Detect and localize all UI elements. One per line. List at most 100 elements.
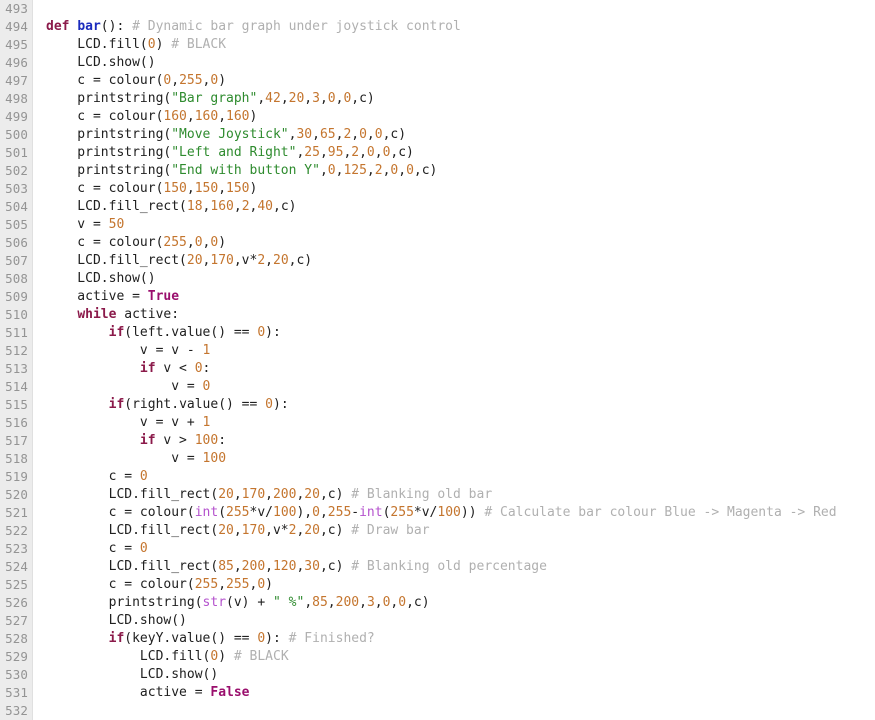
code-line[interactable]: 506 c = colour(255,0,0) xyxy=(0,234,875,252)
code-line-content[interactable]: v = 50 xyxy=(33,216,875,234)
code-line-content[interactable]: printstring(str(v) + " %",85,200,3,0,0,c… xyxy=(33,594,875,612)
code-token-num: 0 xyxy=(147,37,156,52)
code-line[interactable]: 501 printstring("Left and Right",25,95,2… xyxy=(0,144,875,162)
code-line-content[interactable]: v = v - 1 xyxy=(33,342,875,360)
code-line-content[interactable]: if(right.value() == 0): xyxy=(33,396,875,414)
code-line-content[interactable]: LCD.fill_rect(85,200,120,30,c) # Blankin… xyxy=(33,558,875,576)
code-line[interactable]: 525 c = colour(255,255,0) xyxy=(0,576,875,594)
code-token-plain: c = colour( xyxy=(46,577,195,592)
code-line-content[interactable]: LCD.show() xyxy=(33,54,875,72)
code-line-content[interactable]: v = 0 xyxy=(33,378,875,396)
code-line[interactable]: 508 LCD.show() xyxy=(0,270,875,288)
code-line-content[interactable]: v = v + 1 xyxy=(33,414,875,432)
code-line-content[interactable]: LCD.fill_rect(20,170,v*2,20,c) # Draw ba… xyxy=(33,522,875,540)
code-line[interactable]: 512 v = v - 1 xyxy=(0,342,875,360)
code-token-num: 120 xyxy=(272,559,297,574)
code-line-content[interactable]: LCD.show() xyxy=(33,612,875,630)
code-line-content[interactable]: v = 100 xyxy=(33,450,875,468)
code-line-content[interactable] xyxy=(33,0,875,18)
code-line[interactable]: 504 LCD.fill_rect(18,160,2,40,c) xyxy=(0,198,875,216)
code-line[interactable]: 515 if(right.value() == 0): xyxy=(0,396,875,414)
line-number: 498 xyxy=(0,90,33,108)
code-line-content[interactable]: active = False xyxy=(33,684,875,702)
code-line[interactable]: 519 c = 0 xyxy=(0,468,875,486)
code-line-content[interactable]: c = 0 xyxy=(33,468,875,486)
code-line[interactable]: 505 v = 50 xyxy=(0,216,875,234)
code-line[interactable]: 511 if(left.value() == 0): xyxy=(0,324,875,342)
code-token-num: 160 xyxy=(194,109,219,124)
code-token-num: 200 xyxy=(335,595,360,610)
code-line-content[interactable]: LCD.fill_rect(20,170,v*2,20,c) xyxy=(33,252,875,270)
code-line[interactable]: 499 c = colour(160,160,160) xyxy=(0,108,875,126)
code-line-content[interactable]: c = colour(0,255,0) xyxy=(33,72,875,90)
code-token-num: 100 xyxy=(273,505,297,520)
code-token-plain: LCD.fill_rect( xyxy=(46,199,187,214)
code-line[interactable]: 526 printstring(str(v) + " %",85,200,3,0… xyxy=(0,594,875,612)
line-number: 506 xyxy=(0,234,33,252)
line-number: 522 xyxy=(0,522,33,540)
code-line-content[interactable]: LCD.show() xyxy=(33,666,875,684)
code-line-content[interactable]: c = colour(150,150,150) xyxy=(33,180,875,198)
code-line[interactable]: 522 LCD.fill_rect(20,170,v*2,20,c) # Dra… xyxy=(0,522,875,540)
code-line-content[interactable]: LCD.fill(0) # BLACK xyxy=(33,36,875,54)
code-line-content[interactable]: LCD.fill(0) # BLACK xyxy=(33,648,875,666)
code-line-content[interactable]: printstring("Bar graph",42,20,3,0,0,c) xyxy=(33,90,875,108)
code-line[interactable]: 498 printstring("Bar graph",42,20,3,0,0,… xyxy=(0,90,875,108)
code-token-num: 0 xyxy=(257,577,266,592)
code-line[interactable]: 502 printstring("End with button Y",0,12… xyxy=(0,162,875,180)
code-line[interactable]: 528 if(keyY.value() == 0): # Finished? xyxy=(0,630,875,648)
code-token-comment: # BLACK xyxy=(233,649,289,664)
code-line[interactable]: 513 if v < 0: xyxy=(0,360,875,378)
code-editor-pane[interactable]: 493 494 def bar(): # Dynamic bar graph un… xyxy=(0,0,875,720)
code-line[interactable]: 514 v = 0 xyxy=(0,378,875,396)
code-line-content[interactable]: printstring("End with button Y",0,125,2,… xyxy=(33,162,875,180)
code-line[interactable]: 523 c = 0 xyxy=(0,540,875,558)
code-line-content[interactable]: def bar(): # Dynamic bar graph under joy… xyxy=(33,18,875,36)
code-line[interactable]: 503 c = colour(150,150,150) xyxy=(0,180,875,198)
code-token-num: 2 xyxy=(257,253,266,268)
code-line-content[interactable]: printstring("Left and Right",25,95,2,0,0… xyxy=(33,144,875,162)
code-line[interactable]: 520 LCD.fill_rect(20,170,200,20,c) # Bla… xyxy=(0,486,875,504)
code-line[interactable]: 527 LCD.show() xyxy=(0,612,875,630)
code-line-content[interactable]: c = colour(255,0,0) xyxy=(33,234,875,252)
code-line[interactable]: 532 xyxy=(0,702,875,720)
code-line-content[interactable]: c = colour(int(255*v/100),0,255-int(255*… xyxy=(33,504,875,522)
code-line-content[interactable]: LCD.fill_rect(20,170,200,20,c) # Blankin… xyxy=(33,486,875,504)
code-line-content[interactable]: printstring("Move Joystick",30,65,2,0,0,… xyxy=(33,126,875,144)
code-line-content[interactable]: LCD.show() xyxy=(33,270,875,288)
code-token-num: 0 xyxy=(265,397,273,412)
code-line-content[interactable]: if v > 100: xyxy=(33,432,875,450)
code-line[interactable]: 516 v = v + 1 xyxy=(0,414,875,432)
code-line-content[interactable]: c = 0 xyxy=(33,540,875,558)
code-line[interactable]: 507 LCD.fill_rect(20,170,v*2,20,c) xyxy=(0,252,875,270)
code-line[interactable]: 521 c = colour(int(255*v/100),0,255-int(… xyxy=(0,504,875,522)
code-line[interactable]: 495 LCD.fill(0) # BLACK xyxy=(0,36,875,54)
code-line[interactable]: 530 LCD.show() xyxy=(0,666,875,684)
code-line[interactable]: 517 if v > 100: xyxy=(0,432,875,450)
code-line-content[interactable]: if(left.value() == 0): xyxy=(33,324,875,342)
code-token-fn: bar xyxy=(77,19,101,34)
code-line-content[interactable]: c = colour(160,160,160) xyxy=(33,108,875,126)
code-line[interactable]: 524 LCD.fill_rect(85,200,120,30,c) # Bla… xyxy=(0,558,875,576)
code-line[interactable]: 493 xyxy=(0,0,875,18)
code-line[interactable]: 509 active = True xyxy=(0,288,875,306)
code-line-content[interactable]: if(keyY.value() == 0): # Finished? xyxy=(33,630,875,648)
code-line[interactable]: 494 def bar(): # Dynamic bar graph under … xyxy=(0,18,875,36)
code-line[interactable]: 531 active = False xyxy=(0,684,875,702)
code-line[interactable]: 529 LCD.fill(0) # BLACK xyxy=(0,648,875,666)
code-line[interactable]: 500 printstring("Move Joystick",30,65,2,… xyxy=(0,126,875,144)
code-line[interactable]: 510 while active: xyxy=(0,306,875,324)
code-line-content[interactable]: while active: xyxy=(33,306,875,324)
code-line[interactable]: 497 c = colour(0,255,0) xyxy=(0,72,875,90)
code-line-content[interactable]: if v < 0: xyxy=(33,360,875,378)
code-line[interactable]: 518 v = 100 xyxy=(0,450,875,468)
code-line[interactable]: 496 LCD.show() xyxy=(0,54,875,72)
line-number: 527 xyxy=(0,612,33,630)
code-token-comment: # Calculate bar colour Blue -> Magenta -… xyxy=(484,505,837,520)
code-line-content[interactable]: c = colour(255,255,0) xyxy=(33,576,875,594)
code-line-content[interactable]: LCD.fill_rect(18,160,2,40,c) xyxy=(33,198,875,216)
code-line-content[interactable] xyxy=(33,702,875,720)
code-line-content[interactable]: active = True xyxy=(33,288,875,306)
code-token-plain: c = colour( xyxy=(46,109,164,124)
code-token-plain: ): xyxy=(273,397,289,412)
